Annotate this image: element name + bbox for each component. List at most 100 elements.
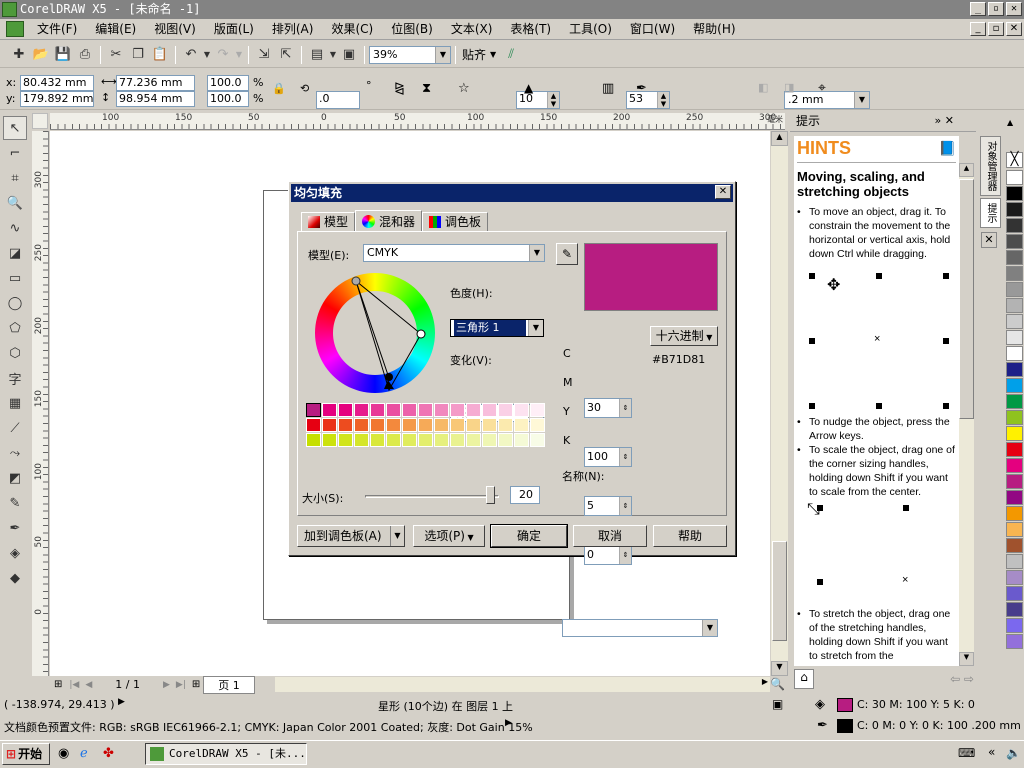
paste-icon[interactable]: 📋 [149,44,171,66]
color-swatch[interactable] [530,403,545,417]
undo-dropdown-icon[interactable]: ▼ [202,44,212,66]
palette-swatch[interactable] [1006,282,1023,297]
menu-item[interactable]: 版面(L) [205,19,263,40]
color-swatch[interactable] [514,418,529,432]
color-swatch[interactable] [498,403,513,417]
menu-item[interactable]: 表格(T) [501,19,560,40]
dynamic-guides-icon[interactable]: ⫽ [500,44,522,66]
sharpness-field[interactable]: 53 ▲ ▼ [626,90,670,109]
color-swatch[interactable] [354,418,369,432]
freehand-tool-icon[interactable]: ∿ [3,216,27,240]
vertical-ruler[interactable]: 300 250 200 150 100 50 0 [32,131,49,676]
menu-item[interactable]: 工具(O) [560,19,621,40]
rotation-field[interactable]: .0 [316,90,360,109]
cmyk-field-m[interactable]: 100 ⇕ [584,447,632,467]
size-slider-track[interactable] [365,495,499,498]
color-swatch[interactable] [530,433,545,447]
scale-y-field[interactable]: 100.0 [207,91,249,107]
app-shortcut-icon[interactable]: ✤ [103,746,114,761]
back-forward-icon[interactable]: ⇦ ⇨ [950,672,974,686]
size-field[interactable]: 20 [510,486,540,504]
close-icon[interactable]: ✕ [981,232,997,248]
color-swatch[interactable] [322,418,337,432]
hue-handle-icon[interactable] [385,373,393,381]
palette-swatch[interactable] [1006,506,1023,521]
palette-swatch[interactable] [1006,234,1023,249]
table-tool-icon[interactable]: ▦ [3,391,27,415]
color-swatch[interactable] [354,403,369,417]
eyedropper-icon[interactable]: ✎ [556,243,578,265]
color-swatch[interactable] [498,433,513,447]
wrap-text-icon[interactable]: ▥ [602,81,614,96]
scroll-down-icon[interactable]: ▼ [771,661,788,676]
hue-handle-icon[interactable] [351,276,361,286]
color-swatch[interactable] [450,403,465,417]
chevron-down-icon[interactable]: ▼ [528,320,543,336]
zoom-combo[interactable]: 39% ▼ [369,45,451,64]
palette-swatch[interactable] [1006,378,1023,393]
basic-shapes-tool-icon[interactable]: ⬡ [3,341,27,365]
ruler-origin[interactable] [32,113,48,129]
smart-fill-tool-icon[interactable]: ◪ [3,241,27,265]
prev-page-icon[interactable]: ◀ [82,680,95,690]
blend-tool-icon[interactable]: ◩ [3,466,27,490]
color-swatch[interactable] [370,418,385,432]
object-manager-tab[interactable]: 对象管理器 [980,136,1001,196]
expand-arrow-icon[interactable]: ▶ [505,718,512,728]
menu-item[interactable]: 排列(A) [263,19,323,40]
book-icon[interactable]: 📘 [939,141,956,157]
show-tray-icon[interactable]: « [988,745,995,759]
name-select[interactable]: ▼ [562,619,718,637]
swatch-grid[interactable] [306,403,546,449]
color-swatch[interactable] [418,418,433,432]
palette-swatch[interactable] [1006,202,1023,217]
palette-swatch[interactable] [1006,186,1023,201]
options-button[interactable]: 选项(P) ▼ [413,525,485,547]
color-swatch[interactable] [466,418,481,432]
menu-item[interactable]: 效果(C) [322,19,382,40]
color-swatch[interactable] [338,418,353,432]
doc-minimize-button[interactable]: _ [970,22,986,36]
palette-swatch[interactable] [1006,170,1023,185]
minimize-button[interactable]: _ [970,2,986,16]
no-color-swatch-icon[interactable]: ╳ [1006,152,1023,168]
hue-handle-icon[interactable] [416,329,426,339]
y-position-field[interactable]: 179.892 mm [20,91,94,107]
menu-item[interactable]: 窗口(W) [621,19,684,40]
palette-swatch[interactable] [1006,490,1023,505]
hints-scrollbar[interactable]: ▲ ▼ [959,163,974,666]
speaker-icon[interactable]: 🔈 [1006,746,1021,760]
palette-swatch[interactable] [1006,442,1023,457]
width-field[interactable]: 77.236 mm [116,75,195,91]
color-swatch[interactable] [450,433,465,447]
palette-swatch[interactable] [1006,458,1023,473]
color-swatch[interactable] [322,433,337,447]
import-icon[interactable]: ⇲ [253,44,275,66]
spinner-icon[interactable]: ⇕ [619,546,631,564]
interactive-fill-tool-icon[interactable]: ◆ [3,566,27,590]
dimension-tool-icon[interactable]: ⟋ [3,416,27,440]
snap-dropdown-icon[interactable]: ▼ [490,50,496,59]
convert-to-curves-icon[interactable]: ⌖ [818,80,826,96]
expand-arrow-icon[interactable]: ▶ [118,697,125,707]
scroll-up-icon[interactable]: ▲ [771,131,788,146]
color-swatch[interactable] [402,403,417,417]
color-wheel[interactable] [314,272,436,394]
color-swatch[interactable] [306,403,321,417]
color-swatch[interactable] [434,418,449,432]
color-swatch[interactable] [354,433,369,447]
last-page-icon[interactable]: ▶| [173,680,189,690]
add-page-after-icon[interactable]: ⊞ [189,679,203,690]
palette-swatch[interactable] [1006,586,1023,601]
canvas-vertical-scrollbar[interactable]: ▲ ▼ [771,131,788,676]
palette-swatch[interactable] [1006,362,1023,377]
new-icon[interactable]: ✚ [8,44,30,66]
copy-icon[interactable]: ❐ [127,44,149,66]
open-icon[interactable]: 📂 [30,44,52,66]
close-button[interactable]: ✕ [1006,2,1022,16]
welcome-screen-icon[interactable]: ▣ [338,44,360,66]
launcher-dropdown-icon[interactable]: ▼ [328,44,338,66]
ellipse-tool-icon[interactable]: ◯ [3,291,27,315]
page-tab[interactable]: 页 1 [203,675,255,694]
height-field[interactable]: 98.954 mm [116,91,195,107]
